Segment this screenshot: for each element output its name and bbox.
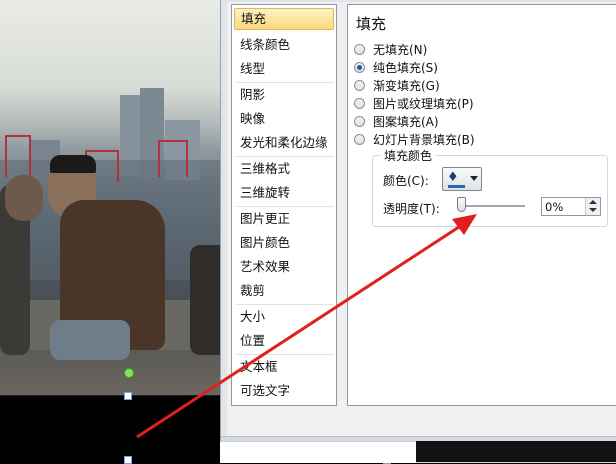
slide-area-dark: [416, 441, 616, 462]
color-picker-button[interactable]: ♦: [442, 167, 482, 191]
spin-up-icon[interactable]: [589, 200, 597, 204]
transparency-value[interactable]: 0%: [545, 199, 563, 215]
selected-color-swatch: [448, 185, 465, 188]
category-separator: [236, 206, 334, 207]
spin-buttons[interactable]: [585, 198, 600, 215]
category-separator: [236, 354, 334, 355]
radio-button[interactable]: [354, 61, 365, 73]
transparency-label: 透明度(T):: [383, 202, 440, 216]
transparency-spinbox[interactable]: 0%: [541, 197, 601, 216]
radio-no-fill[interactable]: 无填充(N): [354, 40, 427, 58]
category-separator: [236, 82, 334, 83]
slide-background: [0, 395, 222, 462]
radio-label: 渐变填充(G): [373, 78, 440, 93]
fill-settings-panel: 填充 无填充(N) 纯色填充(S) 渐变填充(G) 图片或纹理填充(P) 图案填…: [347, 4, 616, 406]
radio-button[interactable]: [354, 97, 365, 109]
format-picture-dialog: 填充 线条颜色 线型 阴影 映像 发光和柔化边缘 三维格式 三维旋转 图片更正 …: [220, 0, 616, 463]
category-separator: [236, 156, 334, 157]
category-fill[interactable]: 填充: [234, 8, 334, 30]
radio-button[interactable]: [354, 133, 365, 145]
panel-title: 填充: [356, 15, 387, 33]
radio-pattern-fill[interactable]: 图案填充(A): [354, 112, 439, 130]
dialog-body: 填充 线条颜色 线型 阴影 映像 发光和柔化边缘 三维格式 三维旋转 图片更正 …: [227, 2, 616, 436]
radio-button[interactable]: [354, 79, 365, 91]
category-artistic-effects[interactable]: 艺术效果: [234, 256, 334, 278]
category-glow-soft-edges[interactable]: 发光和柔化边缘: [234, 132, 334, 154]
paint-bucket-icon: ♦: [447, 170, 459, 185]
category-crop[interactable]: 裁剪: [234, 280, 334, 302]
radio-gradient-fill[interactable]: 渐变填充(G): [354, 76, 440, 94]
category-reflection[interactable]: 映像: [234, 108, 334, 130]
radio-solid-fill[interactable]: 纯色填充(S): [354, 58, 438, 76]
group-title: 填充颜色: [381, 147, 436, 164]
slide-area-strip: [220, 441, 416, 463]
category-separator: [236, 304, 334, 305]
category-list: 填充 线条颜色 线型 阴影 映像 发光和柔化边缘 三维格式 三维旋转 图片更正 …: [231, 4, 337, 406]
transparency-slider-track[interactable]: [459, 205, 525, 207]
spin-down-icon[interactable]: [589, 208, 597, 212]
category-alt-text[interactable]: 可选文字: [234, 380, 334, 402]
category-line-color[interactable]: 线条颜色: [234, 34, 334, 56]
category-shadow[interactable]: 阴影: [234, 84, 334, 106]
color-label: 颜色(C):: [383, 174, 429, 188]
selection-border: [0, 395, 222, 396]
category-line-style[interactable]: 线型: [234, 58, 334, 80]
resize-handle-lower[interactable]: [124, 456, 132, 464]
radio-picture-texture-fill[interactable]: 图片或纹理填充(P): [354, 94, 474, 112]
radio-label: 纯色填充(S): [373, 60, 438, 75]
fill-color-group: 填充颜色 颜色(C): ♦ 透明度(T): 0%: [372, 147, 608, 227]
radio-label: 图案填充(A): [373, 114, 439, 129]
category-size[interactable]: 大小: [234, 306, 334, 328]
transparency-slider-thumb[interactable]: [457, 197, 466, 212]
radio-label: 图片或纹理填充(P): [373, 96, 474, 111]
background-photo: [0, 0, 222, 395]
radio-label: 无填充(N): [373, 42, 428, 57]
radio-label: 幻灯片背景填充(B): [373, 132, 475, 147]
radio-button[interactable]: [354, 43, 365, 55]
radio-button[interactable]: [354, 115, 365, 127]
category-picture-color[interactable]: 图片颜色: [234, 232, 334, 254]
category-text-box[interactable]: 文本框: [234, 356, 334, 378]
resize-handle-bottom[interactable]: [124, 392, 132, 400]
radio-slide-background-fill[interactable]: 幻灯片背景填充(B): [354, 130, 475, 148]
category-3d-format[interactable]: 三维格式: [234, 158, 334, 180]
rotation-handle[interactable]: [124, 368, 134, 378]
category-3d-rotation[interactable]: 三维旋转: [234, 182, 334, 204]
category-position[interactable]: 位置: [234, 330, 334, 352]
chevron-down-icon: [470, 176, 478, 181]
category-picture-corrections[interactable]: 图片更正: [234, 208, 334, 230]
